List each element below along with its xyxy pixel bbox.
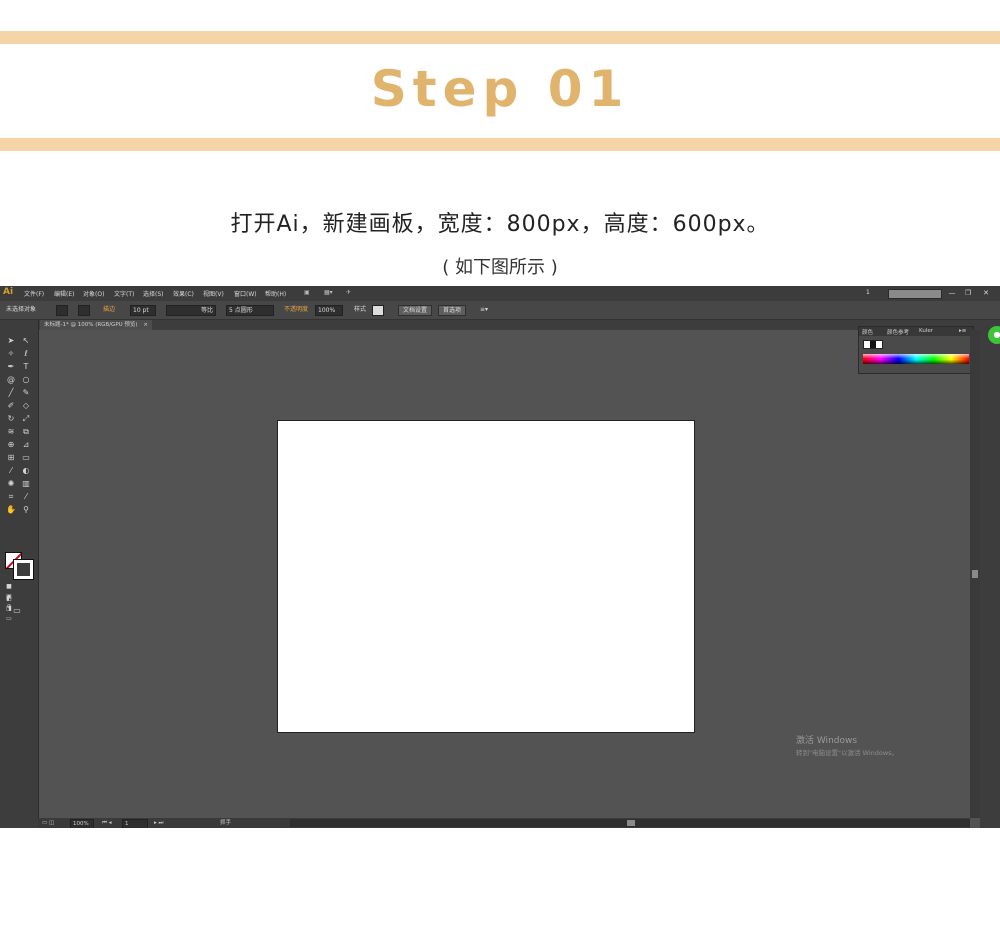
stroke-color-dropdown[interactable]	[78, 305, 90, 316]
color-panel: 颜色 颜色参考 Kuler ▸≡	[858, 326, 974, 374]
control-bar: 未选择对象 描边 10 pt 等比 5 点圆形 不透明度 100% 样式 文档设…	[0, 301, 1000, 320]
direct-selection-icon[interactable]: ↖	[21, 336, 31, 346]
preferences-button[interactable]: 首选项	[438, 305, 467, 316]
zoom-icon[interactable]: ⚲	[21, 505, 31, 515]
windows-activation-watermark: 激活 Windows	[796, 736, 858, 746]
arrange-documents-icon[interactable]: ▦▾	[324, 289, 333, 296]
color-mode-icon[interactable]: ■ ▣ ⊘	[4, 582, 14, 610]
minimize-button[interactable]: —	[946, 288, 958, 298]
perspective-icon[interactable]: ⊿	[21, 440, 31, 450]
type-icon[interactable]: T	[21, 362, 31, 372]
eyedropper-icon[interactable]: ⁄	[6, 466, 16, 476]
app-logo: Ai	[3, 287, 14, 297]
selection-icon[interactable]: ➤	[6, 336, 16, 346]
panel-menu-icon[interactable]: ≡▾	[480, 305, 488, 314]
document-tab-bar: 未标题-1* @ 100% (RGB/GPU 预览) ×	[38, 320, 1000, 330]
mesh-icon[interactable]: ⊞	[6, 453, 16, 463]
current-tool-status: 抓手	[220, 820, 232, 826]
opacity-label[interactable]: 不透明度	[284, 305, 308, 314]
brush-definition[interactable]: 5 点圆形	[226, 305, 274, 316]
blend-icon[interactable]: ◐	[21, 466, 31, 476]
artboard-number[interactable]: 1	[122, 819, 148, 828]
help-search-input[interactable]	[888, 289, 942, 299]
stroke-label[interactable]: 描边	[103, 305, 115, 314]
sync-settings-icon[interactable]: ✈	[346, 289, 351, 296]
symbol-sprayer-icon[interactable]: ✺	[6, 479, 16, 489]
eraser-icon[interactable]: ◇	[21, 401, 31, 411]
panel-menu-icon[interactable]: ▸≡	[959, 328, 966, 334]
none-black-white-swatches[interactable]	[863, 340, 883, 349]
artboard[interactable]	[277, 420, 695, 733]
ellipse-icon[interactable]: ○	[21, 375, 31, 385]
gradient-icon[interactable]: ▭	[21, 453, 31, 463]
magic-wand-icon[interactable]: ✧	[6, 349, 16, 359]
fill-color-dropdown[interactable]	[56, 305, 68, 316]
menu-type[interactable]: 文字(T)	[114, 289, 134, 298]
windows-activation-hint: 转到"电脑设置"以激活 Windows。	[796, 749, 899, 757]
subtitle-text: ( 如下图所示 )	[442, 257, 558, 278]
close-tab-icon[interactable]: ×	[143, 322, 148, 328]
pencil-icon[interactable]: ✎	[21, 388, 31, 398]
menu-object[interactable]: 对象(O)	[83, 289, 104, 298]
spiral-icon[interactable]: @	[6, 375, 16, 385]
slice-icon[interactable]: ⁄	[21, 492, 31, 502]
screen-mode-icon[interactable]: ▭	[12, 606, 22, 616]
scale-icon[interactable]: ⤢	[21, 414, 31, 424]
extension-badge-icon[interactable]: ●	[988, 326, 1000, 344]
right-panel-dock: ◈ ✣ ♣ ≡ ▣ ◐ ◉ ◆ ⧉ ⌗ ☰ ▚	[980, 320, 1000, 828]
menu-bar: Ai 文件(F) 编辑(E) 对象(O) 文字(T) 选择(S) 效果(C) 视…	[0, 286, 1000, 301]
instruction-text: 打开Ai，新建画板，宽度：800px，高度：600px。	[230, 212, 770, 237]
warp-icon[interactable]: ≋	[6, 427, 16, 437]
draw-mode-icon[interactable]: ◧ ◨ ▭	[4, 594, 14, 622]
menu-edit[interactable]: 编辑(E)	[54, 289, 74, 298]
hand-icon[interactable]: ✋	[6, 505, 16, 515]
stroke-weight-input[interactable]: 10 pt	[130, 305, 156, 316]
color-panel-tabs: 颜色 颜色参考 Kuler ▸≡	[859, 327, 973, 336]
document-tab[interactable]: 未标题-1* @ 100% (RGB/GPU 预览) ×	[40, 320, 152, 330]
illustrator-window: Ai 文件(F) 编辑(E) 对象(O) 文字(T) 选择(S) 效果(C) 视…	[0, 286, 1000, 828]
menu-help[interactable]: 帮助(H)	[265, 289, 286, 298]
top-accent-band	[0, 31, 1000, 44]
style-dropdown[interactable]	[372, 305, 384, 316]
menu-select[interactable]: 选择(S)	[143, 289, 164, 298]
zoom-level[interactable]: 100%	[70, 819, 94, 828]
line-icon[interactable]: ╱	[6, 388, 16, 398]
artboard-icon[interactable]: ⌗	[6, 492, 16, 502]
bridge-icon[interactable]: ▣	[304, 289, 310, 296]
color-spectrum[interactable]	[863, 354, 969, 364]
artboard-next-icon[interactable]: ▸ ⏭	[154, 819, 163, 827]
menu-effect[interactable]: 效果(C)	[173, 289, 194, 298]
tab-kuler[interactable]: Kuler	[919, 328, 933, 334]
selection-status: 未选择对象	[6, 306, 37, 313]
tab-color[interactable]: 颜色	[862, 328, 873, 336]
tab-color-guide[interactable]: 颜色参考	[887, 328, 909, 336]
step-title: Step 01	[370, 60, 630, 118]
bottom-accent-band	[0, 138, 1000, 151]
artboard-prev-icon[interactable]: ⏮ ◂	[102, 819, 111, 827]
variable-width-profile[interactable]: 等比	[166, 305, 216, 316]
tools-panel: ➤ ↖ ✧ ℓ ✒ T @ ○ ╱ ✎ ✐ ◇ ↻ ⤢ ≋ ⧉ ⊕ ⊿ ⊞ ▭ …	[0, 320, 39, 828]
close-button[interactable]: ✕	[980, 288, 992, 298]
document-setup-button[interactable]: 文档设置	[398, 305, 433, 316]
menu-view[interactable]: 视图(V)	[203, 289, 224, 298]
graph-icon[interactable]: ▥	[21, 479, 31, 489]
free-transform-icon[interactable]: ⧉	[21, 427, 31, 437]
style-label: 样式	[354, 306, 367, 313]
document-tab-title: 未标题-1* @ 100% (RGB/GPU 预览)	[44, 322, 138, 328]
rotate-icon[interactable]: ↻	[6, 414, 16, 424]
horizontal-scroll-thumb[interactable]	[627, 820, 635, 826]
workspace-switcher[interactable]: 1	[866, 289, 870, 296]
stroke-swatch[interactable]	[13, 559, 34, 580]
brush-icon[interactable]: ✐	[6, 401, 16, 411]
restore-button[interactable]: ❐	[962, 288, 974, 298]
pen-icon[interactable]: ✒	[6, 362, 16, 372]
menu-file[interactable]: 文件(F)	[24, 289, 44, 298]
opacity-input[interactable]: 100%	[315, 305, 343, 316]
artboard-nav-icon[interactable]: ▭ ◫	[42, 819, 54, 827]
vertical-scroll-thumb[interactable]	[972, 570, 978, 578]
menu-window[interactable]: 窗口(W)	[234, 289, 257, 298]
lasso-icon[interactable]: ℓ	[21, 349, 31, 359]
shape-builder-icon[interactable]: ⊕	[6, 440, 16, 450]
